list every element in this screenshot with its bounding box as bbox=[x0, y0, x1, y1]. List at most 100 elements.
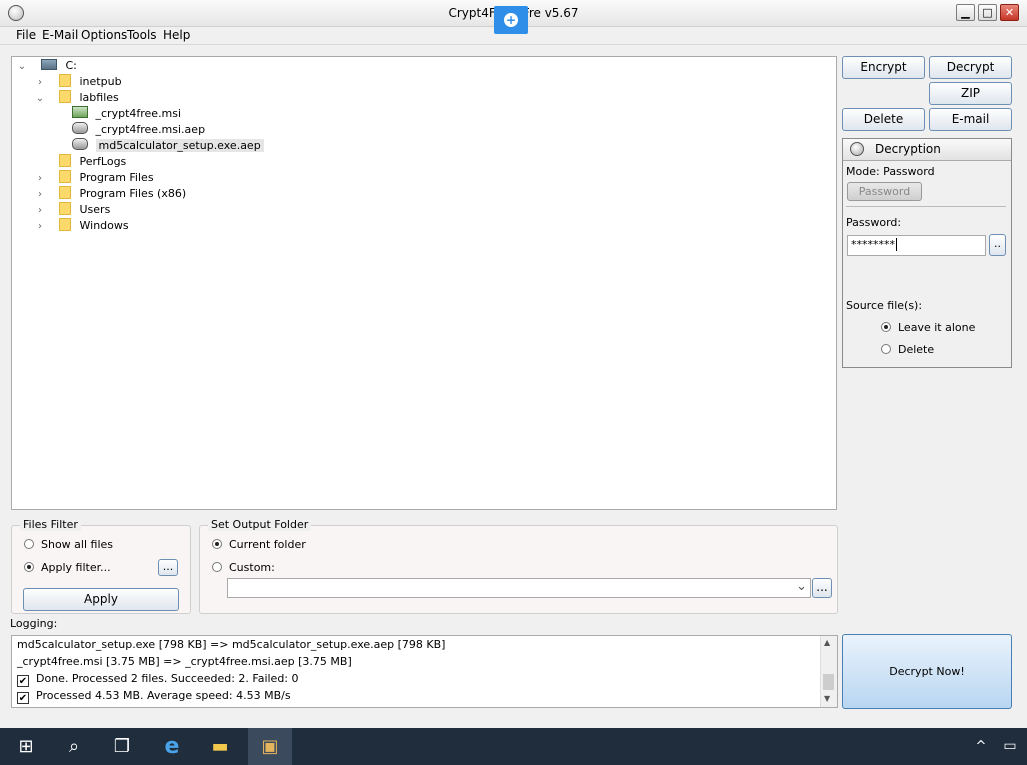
tree-item-md5calculator-aep[interactable]: md5calculator_setup.exe.aep bbox=[72, 138, 264, 154]
folder-icon bbox=[59, 170, 71, 183]
radio-icon bbox=[212, 562, 222, 572]
encrypt-button[interactable]: Encrypt bbox=[842, 56, 925, 79]
folder-icon bbox=[59, 90, 71, 103]
scroll-thumb[interactable] bbox=[823, 674, 834, 690]
decryption-panel-header[interactable]: Decryption bbox=[843, 139, 1011, 161]
radio-icon bbox=[881, 344, 891, 354]
log-list[interactable]: md5calculator_setup.exe [798 KB] => md5c… bbox=[11, 635, 838, 708]
key-file-icon bbox=[72, 138, 88, 150]
apply-filter-radio[interactable]: Apply filter... bbox=[24, 561, 111, 574]
crypt4free-taskbar-icon[interactable]: ▣ bbox=[248, 728, 292, 765]
tree-item-label: _crypt4free.msi bbox=[95, 107, 182, 120]
folder-icon bbox=[59, 202, 71, 215]
tree-item-windows[interactable]: › Windows bbox=[34, 218, 129, 234]
apply-button[interactable]: Apply bbox=[23, 588, 179, 611]
menu-tools[interactable]: Tools bbox=[127, 28, 157, 42]
panel-toggle-icon[interactable] bbox=[850, 142, 864, 156]
scroll-down-icon[interactable]: ▼ bbox=[824, 694, 830, 703]
decrypt-button[interactable]: Decrypt bbox=[929, 56, 1012, 79]
log-scrollbar[interactable]: ▲ ▼ bbox=[820, 636, 837, 707]
scroll-up-icon[interactable]: ▲ bbox=[824, 638, 830, 647]
password-mode-button[interactable]: Password bbox=[847, 182, 922, 201]
leave-alone-radio[interactable]: Leave it alone bbox=[881, 321, 975, 334]
tree-item-label: _crypt4free.msi.aep bbox=[95, 123, 206, 136]
task-view-icon[interactable]: ❐ bbox=[100, 728, 144, 765]
msi-file-icon bbox=[72, 106, 88, 118]
tree-item-label: md5calculator_setup.exe.aep bbox=[95, 139, 264, 152]
menu-help[interactable]: Help bbox=[163, 28, 190, 42]
zip-button[interactable]: ZIP bbox=[929, 82, 1012, 105]
expand-icon[interactable]: › bbox=[34, 187, 46, 203]
delete-button[interactable]: Delete bbox=[842, 108, 925, 131]
password-label: Password: bbox=[846, 216, 902, 229]
tree-item-crypt4free-msi[interactable]: _crypt4free.msi bbox=[72, 106, 181, 122]
filter-browse-button[interactable]: ... bbox=[158, 559, 178, 576]
key-file-icon bbox=[72, 122, 88, 134]
tree-item-crypt4free-msi-aep[interactable]: _crypt4free.msi.aep bbox=[72, 122, 205, 138]
internet-explorer-icon[interactable]: e bbox=[150, 728, 194, 765]
maximize-button[interactable]: □ bbox=[978, 4, 997, 21]
tree-item-program-files[interactable]: › Program Files bbox=[34, 170, 154, 186]
tree-item-users[interactable]: › Users bbox=[34, 202, 110, 218]
menu-options[interactable]: Options bbox=[81, 28, 127, 42]
divider bbox=[846, 206, 1006, 207]
folder-icon bbox=[59, 186, 71, 199]
logging-label: Logging: bbox=[10, 617, 58, 630]
current-folder-radio[interactable]: Current folder bbox=[212, 538, 306, 551]
menu-email[interactable]: E-Mail bbox=[42, 28, 78, 42]
tree-item-label: Program Files bbox=[79, 171, 154, 184]
minimize-button[interactable]: ▁ bbox=[956, 4, 975, 21]
chevron-down-icon: ⌄ bbox=[796, 579, 807, 594]
tree-item-label: Users bbox=[79, 203, 111, 216]
show-all-files-radio[interactable]: Show all files bbox=[24, 538, 113, 551]
title-bar: Crypt4Free (Fre v5.67 + ▁ □ ✕ bbox=[0, 0, 1027, 34]
tree-item-label: PerfLogs bbox=[79, 155, 127, 168]
file-explorer-icon[interactable]: ▬ bbox=[198, 728, 242, 765]
output-browse-button[interactable]: ... bbox=[812, 578, 832, 598]
network-icon[interactable]: ▭ bbox=[995, 728, 1025, 765]
close-button[interactable]: ✕ bbox=[1000, 4, 1019, 21]
menu-file[interactable]: File bbox=[16, 28, 36, 42]
search-icon[interactable]: ⌕ bbox=[52, 728, 96, 765]
expand-icon[interactable]: › bbox=[34, 75, 46, 91]
password-field[interactable]: ******** bbox=[847, 235, 986, 256]
drive-icon bbox=[41, 59, 57, 70]
source-files-label: Source file(s): bbox=[846, 299, 923, 312]
collapse-icon[interactable]: ⌄ bbox=[16, 59, 28, 75]
decryption-title: Decryption bbox=[875, 142, 941, 156]
radio-selected-icon bbox=[881, 322, 891, 332]
log-line: ✔ Processed 4.53 MB. Average speed: 4.53 … bbox=[17, 689, 291, 704]
radio-selected-icon bbox=[212, 539, 222, 549]
mode-label: Mode: Password bbox=[846, 165, 935, 178]
menu-bar: File E-Mail Options Tools Help bbox=[0, 26, 1027, 45]
custom-folder-radio[interactable]: Custom: bbox=[212, 561, 275, 574]
log-line: ✔ Done. Processed 2 files. Succeeded: 2. … bbox=[17, 672, 299, 687]
tree-item-label: Program Files (x86) bbox=[79, 187, 187, 200]
output-folder-group: Set Output Folder Current folder Custom:… bbox=[199, 518, 838, 614]
expand-icon[interactable]: › bbox=[34, 219, 46, 235]
file-tree[interactable]: ⌄ C: › inetpub ⌄ labfiles _crypt4free.ms… bbox=[11, 56, 837, 510]
tree-item-labfiles[interactable]: ⌄ labfiles bbox=[34, 90, 119, 106]
expand-icon[interactable]: › bbox=[34, 171, 46, 187]
tree-item-label: inetpub bbox=[79, 75, 122, 88]
password-browse-button[interactable]: .. bbox=[989, 234, 1006, 256]
output-folder-legend: Set Output Folder bbox=[208, 518, 312, 531]
tree-item-program-files-x86[interactable]: › Program Files (x86) bbox=[34, 186, 186, 202]
expand-icon[interactable]: › bbox=[34, 203, 46, 219]
tree-item-label: Windows bbox=[79, 219, 129, 232]
tray-up-icon[interactable]: ^ bbox=[966, 728, 996, 765]
files-filter-group: Files Filter Show all files Apply filter… bbox=[11, 518, 191, 614]
start-icon[interactable]: ⊞ bbox=[4, 728, 48, 765]
tree-item-inetpub[interactable]: › inetpub bbox=[34, 74, 122, 90]
decrypt-now-button[interactable]: Decrypt Now! bbox=[842, 634, 1012, 709]
delete-source-radio[interactable]: Delete bbox=[881, 343, 934, 356]
tree-item-perflogs[interactable]: PerfLogs bbox=[34, 154, 126, 170]
folder-icon bbox=[59, 218, 71, 231]
tree-item-drive[interactable]: ⌄ C: bbox=[16, 58, 77, 74]
email-button[interactable]: E-mail bbox=[929, 108, 1012, 131]
collapse-icon[interactable]: ⌄ bbox=[34, 91, 46, 107]
tree-item-label: labfiles bbox=[79, 91, 119, 104]
custom-folder-dropdown[interactable]: ⌄ bbox=[227, 578, 811, 598]
log-line: _crypt4free.msi [3.75 MB] => _crypt4free… bbox=[17, 655, 352, 668]
taskbar: ⊞ ⌕ ❐ e ▬ ▣ ^ ▭ bbox=[0, 728, 1027, 765]
